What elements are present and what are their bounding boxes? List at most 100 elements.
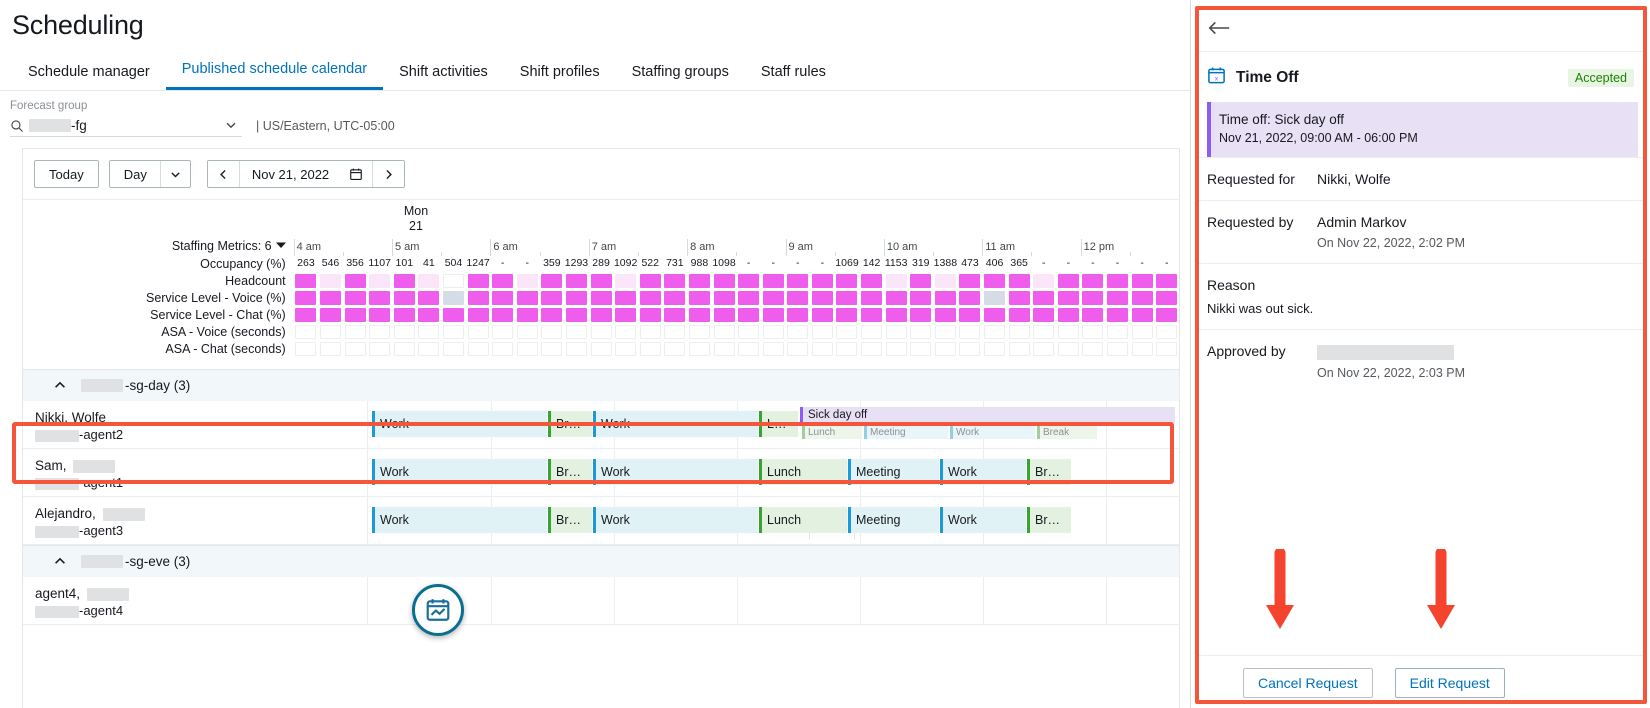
heatmap-cell[interactable] <box>466 324 491 339</box>
mini-shift-work[interactable]: Work <box>950 425 1035 439</box>
heatmap-cell[interactable] <box>761 290 786 305</box>
schedule-chart-icon[interactable] <box>412 584 464 636</box>
prev-day-button[interactable] <box>208 161 239 187</box>
heatmap-cell[interactable] <box>786 341 811 356</box>
shift-block-meeting[interactable]: Meeting <box>848 459 939 485</box>
heatmap-cell[interactable] <box>1105 307 1130 322</box>
shift-block-break[interactable]: Br… <box>548 507 592 533</box>
heatmap-cell[interactable] <box>1081 341 1106 356</box>
chevron-down-icon[interactable] <box>161 168 190 181</box>
heatmap-cell[interactable] <box>441 341 466 356</box>
staffing-group-row-eve[interactable]: -sg-eve (3) <box>23 545 1179 577</box>
heatmap-cell[interactable] <box>1130 290 1155 305</box>
heatmap-cell[interactable] <box>564 273 589 288</box>
heatmap-cell[interactable] <box>982 324 1007 339</box>
shift-block-meeting[interactable]: Meeting <box>848 507 939 533</box>
heatmap-cell[interactable] <box>490 341 515 356</box>
heatmap-cell[interactable] <box>1081 324 1106 339</box>
heatmap-cell[interactable] <box>1105 324 1130 339</box>
heatmap-cell[interactable] <box>490 273 515 288</box>
heatmap-cell[interactable] <box>638 273 663 288</box>
heatmap-cell[interactable] <box>687 290 712 305</box>
heatmap-cell[interactable] <box>786 307 811 322</box>
heatmap-cell[interactable] <box>613 307 638 322</box>
heatmap-cell[interactable] <box>1056 324 1081 339</box>
heatmap-cell[interactable] <box>490 324 515 339</box>
heatmap-cell[interactable] <box>1031 341 1056 356</box>
heatmap-cell[interactable] <box>343 273 368 288</box>
heatmap-cell[interactable] <box>318 324 343 339</box>
heatmap-cell[interactable] <box>1154 324 1179 339</box>
heatmap-cell[interactable] <box>1130 324 1155 339</box>
heatmap-cell[interactable] <box>859 307 884 322</box>
heatmap-cell[interactable] <box>687 273 712 288</box>
heatmap-cell[interactable] <box>810 341 835 356</box>
heatmap-cell[interactable] <box>515 290 540 305</box>
cancel-request-button[interactable]: Cancel Request <box>1243 668 1373 698</box>
heatmap-cell[interactable] <box>712 341 737 356</box>
heatmap-cell[interactable] <box>982 273 1007 288</box>
heatmap-cell[interactable] <box>884 324 909 339</box>
heatmap-cell[interactable] <box>1081 307 1106 322</box>
heatmap-cell[interactable] <box>1081 290 1106 305</box>
heatmap-cell[interactable] <box>1031 273 1056 288</box>
heatmap-cell[interactable] <box>933 290 958 305</box>
tab-published-schedule-calendar[interactable]: Published schedule calendar <box>166 61 383 90</box>
heatmap-cell[interactable] <box>1007 324 1032 339</box>
heatmap-cell[interactable] <box>835 307 860 322</box>
heatmap-cell[interactable] <box>1031 324 1056 339</box>
heatmap-cell[interactable] <box>958 324 983 339</box>
heatmap-cell[interactable] <box>417 273 442 288</box>
heatmap-cell[interactable] <box>318 341 343 356</box>
shift-block-work[interactable]: Work <box>372 507 547 533</box>
heatmap-cell[interactable] <box>663 290 688 305</box>
tab-shift-activities[interactable]: Shift activities <box>383 64 504 90</box>
tab-shift-profiles[interactable]: Shift profiles <box>504 64 616 90</box>
heatmap-cell[interactable] <box>761 341 786 356</box>
heatmap-cell[interactable] <box>1130 307 1155 322</box>
heatmap-cell[interactable] <box>810 290 835 305</box>
mini-shift-meeting[interactable]: Meeting <box>864 425 948 439</box>
heatmap-cell[interactable] <box>613 324 638 339</box>
heatmap-cell[interactable] <box>589 307 614 322</box>
heatmap-cell[interactable] <box>343 307 368 322</box>
shift-block-lunch[interactable]: L… <box>759 411 798 437</box>
heatmap-cell[interactable] <box>884 290 909 305</box>
heatmap-cell[interactable] <box>392 290 417 305</box>
edit-request-button[interactable]: Edit Request <box>1395 668 1505 698</box>
shift-block-work-2[interactable]: Work <box>593 411 758 437</box>
heatmap-cell[interactable] <box>589 273 614 288</box>
heatmap-cell[interactable] <box>908 273 933 288</box>
shift-block-work[interactable]: Work <box>372 411 547 437</box>
heatmap-cell[interactable] <box>515 273 540 288</box>
heatmap-cell[interactable] <box>736 341 761 356</box>
heatmap-cell[interactable] <box>810 307 835 322</box>
mini-shift-lunch[interactable]: Lunch <box>802 425 862 439</box>
heatmap-cell[interactable] <box>564 307 589 322</box>
heatmap-cell[interactable] <box>859 273 884 288</box>
heatmap-cell[interactable] <box>392 273 417 288</box>
heatmap-cell[interactable] <box>908 341 933 356</box>
schedule-timeline-sam[interactable]: Work Br… Work Lunch <box>368 449 1179 496</box>
heatmap-cell[interactable] <box>515 324 540 339</box>
heatmap-cell[interactable] <box>884 307 909 322</box>
staffing-group-row-day[interactable]: -sg-day (3) <box>23 369 1179 401</box>
heatmap-cell[interactable] <box>1007 290 1032 305</box>
heatmap-cell[interactable] <box>736 324 761 339</box>
heatmap-cell[interactable] <box>933 341 958 356</box>
heatmap-cell[interactable] <box>294 290 319 305</box>
heatmap-cell[interactable] <box>294 273 319 288</box>
heatmap-cell[interactable] <box>712 290 737 305</box>
heatmap-cell[interactable] <box>1056 273 1081 288</box>
heatmap-cell[interactable] <box>589 341 614 356</box>
tab-staff-rules[interactable]: Staff rules <box>745 64 842 90</box>
heatmap-cell[interactable] <box>490 290 515 305</box>
shift-block-break[interactable]: Br… <box>548 459 592 485</box>
heatmap-cell[interactable] <box>540 273 565 288</box>
shift-block-work[interactable]: Work <box>372 459 547 485</box>
heatmap-cell[interactable] <box>687 341 712 356</box>
heatmap-cell[interactable] <box>294 324 319 339</box>
heatmap-cell[interactable] <box>687 307 712 322</box>
heatmap-cell[interactable] <box>1154 307 1179 322</box>
table-row[interactable]: Nikki, Wolfe -agent2 Work Br… <box>23 401 1179 449</box>
